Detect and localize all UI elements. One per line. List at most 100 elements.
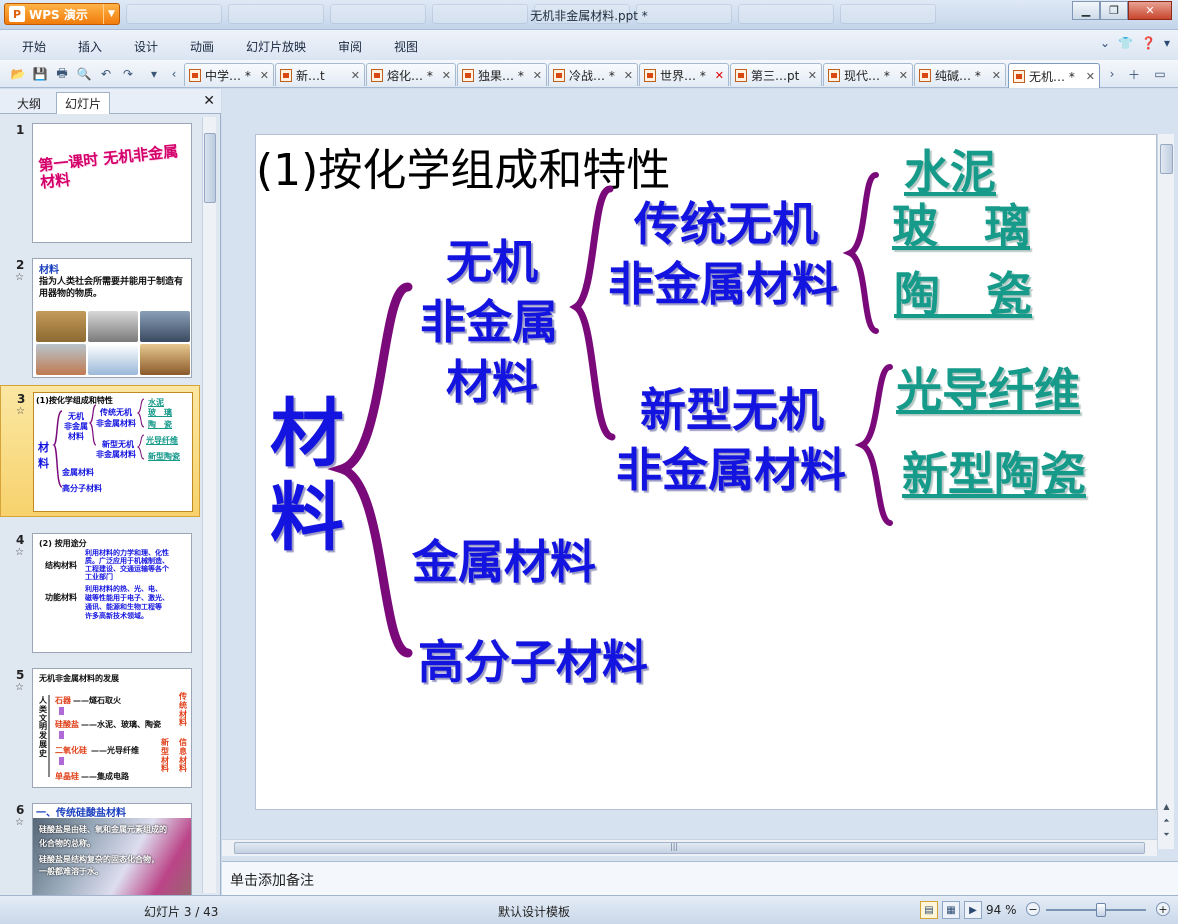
ppt-file-icon (462, 68, 474, 82)
save-icon[interactable]: 💾 (32, 66, 48, 82)
doc-tab[interactable]: 第三…pt ✕ (730, 63, 822, 86)
new-tab-icon[interactable]: ＋ (1126, 66, 1142, 82)
customize-dropdown-icon[interactable]: ▾ (146, 66, 162, 82)
scrollbar-thumb[interactable] (1160, 144, 1173, 174)
tabs-scroll-right-icon[interactable]: › (1104, 66, 1120, 82)
thumbnail-row[interactable]: 5 ☆ 无机非金属材料的发展 人类文明发展史 石器 ——燧石取火 硅酸盐 ——水… (0, 662, 200, 788)
ghost-tab (636, 4, 732, 24)
tab-outline[interactable]: 大纲 (8, 92, 50, 114)
tab-close-icon[interactable]: ✕ (715, 69, 724, 82)
tab-close-icon[interactable]: ✕ (624, 69, 633, 82)
vertical-scrollbar[interactable]: ▲ ⏶ ⏷ (1157, 134, 1174, 849)
doc-tab[interactable]: 熔化… * ✕ (366, 63, 456, 86)
menu-slideshow[interactable]: 幻灯片放映 (246, 38, 306, 55)
doc-tab-active[interactable]: 无机… * ✕ (1008, 63, 1100, 88)
tab-close-icon[interactable]: ✕ (992, 69, 1001, 82)
thumb-body: 指为人类社会所需要并能用于制造有用器物的物质。 (39, 277, 184, 299)
thumbnail-row[interactable]: 2 ☆ 材料 指为人类社会所需要并能用于制造有用器物的物质。 (0, 252, 200, 378)
tab-close-icon[interactable]: ✕ (808, 69, 817, 82)
zoom-level[interactable]: 94 % (986, 903, 1017, 917)
title-bar: P WPS 演示 ▼ 无机非金属材料.ppt * ▁ ❐ ✕ (0, 0, 1178, 30)
ghost-tab (126, 4, 222, 24)
tab-close-icon[interactable]: ✕ (1086, 70, 1095, 83)
menu-home[interactable]: 开始 (22, 38, 46, 55)
help-icon[interactable]: ❓ (1141, 36, 1156, 50)
animation-star-icon: ☆ (15, 682, 24, 693)
menu-design[interactable]: 设计 (134, 38, 158, 55)
panel-close-icon[interactable]: ✕ (203, 93, 215, 109)
thumbnail-row[interactable]: 1 第一课时 无机非金属材料 (0, 117, 200, 243)
tab-close-icon[interactable]: ✕ (442, 69, 451, 82)
tab-close-icon[interactable]: ✕ (533, 69, 542, 82)
app-menu-button[interactable]: P WPS 演示 ▼ (4, 3, 120, 25)
tab-close-icon[interactable]: ✕ (260, 69, 269, 82)
normal-view-icon[interactable]: ▤ (920, 901, 938, 919)
slide-thumbnail[interactable]: (1)按化学组成和特性 水泥 玻 璃 陶 瓷 传统无机 非金属材料 无机 非金属… (33, 392, 193, 512)
slideshow-icon[interactable]: ▶ (964, 901, 982, 919)
close-button[interactable]: ✕ (1128, 1, 1172, 20)
slide-sorter-icon[interactable]: ▦ (942, 901, 960, 919)
doc-tab[interactable]: 独果… * ✕ (457, 63, 547, 86)
slide-thumbnail[interactable]: (2) 按用途分 结构材料 利用材料的力学和理、化性 质。广泛应用于机械制造、 … (32, 533, 192, 653)
menu-animation[interactable]: 动画 (190, 38, 214, 55)
menu-view[interactable]: 视图 (394, 38, 418, 55)
app-name: WPS 演示 (29, 7, 88, 22)
slide-thumbnail[interactable]: 第一课时 无机非金属材料 (32, 123, 192, 243)
help-dropdown-icon[interactable]: ▾ (1164, 36, 1170, 50)
page-down-icon[interactable]: ⏷ (1160, 828, 1173, 841)
scrollbar-thumb[interactable] (204, 133, 216, 203)
print-icon[interactable]: 🖶 (54, 66, 70, 82)
thumb-pictures (36, 311, 190, 375)
grip-icon: ||| (670, 842, 679, 851)
print-preview-icon[interactable]: 🔍 (76, 66, 92, 82)
thumb-braces (52, 398, 145, 488)
collapse-ribbon-icon[interactable]: ⌄ (1100, 36, 1110, 50)
skin-icon[interactable]: 👕 (1118, 36, 1133, 50)
scroll-up-icon[interactable]: ▲ (1160, 800, 1173, 813)
slide-number: 1 (16, 123, 25, 137)
tab-close-icon[interactable]: ✕ (351, 69, 360, 82)
scrollbar-thumb[interactable] (234, 842, 1145, 854)
tabs-scroll-left-icon[interactable]: ‹ (166, 66, 182, 82)
menu-review[interactable]: 审阅 (338, 38, 362, 55)
menu-insert[interactable]: 插入 (78, 38, 102, 55)
redo-icon[interactable]: ↷ (120, 66, 136, 82)
panel-tabs: 大纲 幻灯片 ✕ (0, 89, 221, 114)
doc-tab[interactable]: 现代… * ✕ (823, 63, 913, 86)
zoom-in-icon[interactable]: + (1156, 902, 1170, 916)
ppt-file-icon (735, 68, 747, 82)
slide-thumbnail[interactable]: 无机非金属材料的发展 人类文明发展史 石器 ——燧石取火 硅酸盐 ——水泥、玻璃… (32, 668, 192, 788)
maximize-button[interactable]: ❐ (1100, 1, 1128, 20)
tab-slides[interactable]: 幻灯片 (56, 92, 111, 114)
slide-thumbnail[interactable]: 材料 指为人类社会所需要并能用于制造有用器物的物质。 (32, 258, 192, 378)
doc-tab[interactable]: 世界… * ✕ (639, 63, 729, 86)
thumbnail-list: 1 第一课时 无机非金属材料 2 ☆ 材料 指为人类社会所需要并能用于制造有用器… (0, 115, 200, 895)
open-icon[interactable]: 📂 (10, 66, 26, 82)
slide-thumbnail[interactable]: 一、传统硅酸盐材料 硅酸盐是由硅、氧和金属元素组成的 化合物的总称。 硅酸盐是结… (32, 803, 192, 895)
zoom-slider-knob[interactable] (1096, 903, 1106, 917)
wps-logo-icon: P (9, 6, 25, 22)
dropdown-arrow-icon[interactable]: ▼ (103, 4, 119, 24)
design-template[interactable]: 默认设计模板 (498, 903, 570, 920)
thumbnail-row-selected[interactable]: 3 ☆ (1)按化学组成和特性 水泥 玻 璃 陶 瓷 传统无机 非金属材料 无机… (0, 385, 200, 517)
undo-icon[interactable]: ↶ (98, 66, 114, 82)
thumbnail-row[interactable]: 4 ☆ (2) 按用途分 结构材料 利用材料的力学和理、化性 质。广泛应用于机械… (0, 527, 200, 653)
slide-canvas[interactable]: (1)按化学组成和特性 材 料 无机 非金属 材料 金属材料 高分子材料 传统无… (255, 134, 1157, 810)
thumb-content: (1)按化学组成和特性 水泥 玻 璃 陶 瓷 传统无机 非金属材料 无机 非金属… (34, 393, 192, 511)
thumb-image (88, 344, 138, 375)
zoom-out-icon[interactable]: − (1026, 902, 1040, 916)
doc-tab[interactable]: 纯碱… * ✕ (914, 63, 1006, 86)
doc-tab[interactable]: 中学… * ✕ (184, 63, 274, 86)
horizontal-scrollbar[interactable]: ||| (222, 839, 1157, 856)
thumbnail-row[interactable]: 6 ☆ 一、传统硅酸盐材料 硅酸盐是由硅、氧和金属元素组成的 化合物的总称。 硅… (0, 797, 200, 895)
doc-tab[interactable]: 新…t ✕ (275, 63, 365, 86)
minimize-button[interactable]: ▁ (1072, 1, 1100, 20)
tab-close-icon[interactable]: ✕ (899, 69, 908, 82)
thumbnail-scrollbar[interactable] (202, 117, 216, 893)
page-up-icon[interactable]: ⏶ (1160, 814, 1173, 827)
notes-placeholder[interactable]: 单击添加备注 (230, 870, 314, 890)
ppt-file-icon (1013, 69, 1025, 83)
notes-pane[interactable]: 单击添加备注 (222, 861, 1178, 895)
tab-list-icon[interactable]: ▭ (1152, 66, 1168, 82)
doc-tab[interactable]: 冷战… * ✕ (548, 63, 638, 86)
